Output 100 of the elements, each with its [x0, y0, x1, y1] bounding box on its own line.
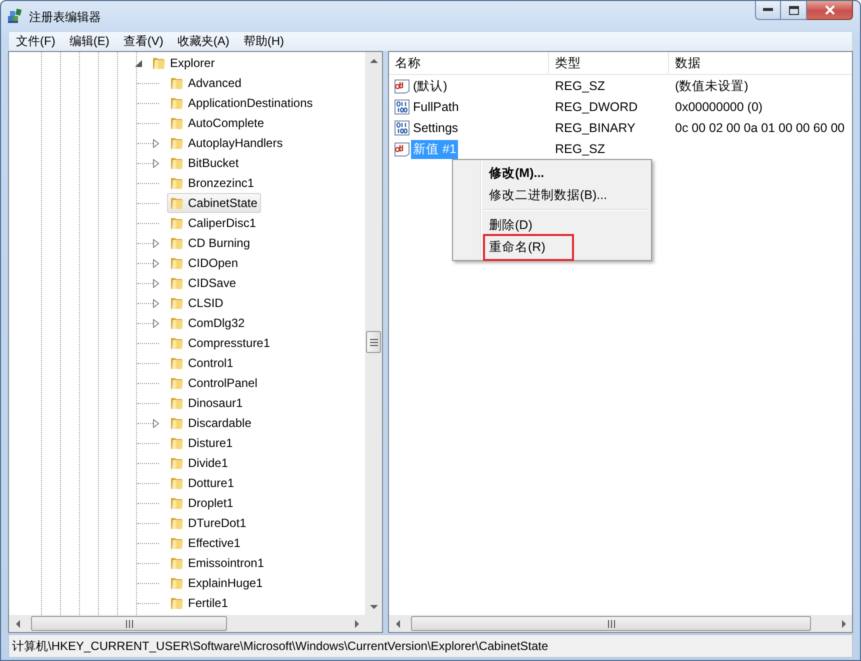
tree-item-label: AutoComplete: [188, 116, 264, 130]
tree-item-label: CLSID: [188, 296, 224, 310]
value-name[interactable]: FullPath: [411, 99, 461, 115]
tree-item-label: ApplicationDestinations: [188, 96, 313, 110]
folder-icon: [169, 375, 185, 391]
column-header[interactable]: 类型: [549, 52, 669, 74]
scrollbar[interactable]: [9, 615, 365, 632]
folder-icon: [169, 455, 185, 471]
down-arrow-icon: [370, 604, 378, 608]
tree-item-label: ExplainHuge1: [188, 576, 263, 590]
expand-arrow-icon[interactable]: [153, 318, 159, 328]
scrollbar-thumb[interactable]: [411, 616, 811, 631]
right-arrow-icon: [354, 620, 358, 628]
folder-icon: [169, 435, 185, 451]
column-header[interactable]: 名称: [389, 52, 549, 74]
right-arrow-icon: [842, 620, 846, 628]
value-type: REG_SZ: [555, 79, 606, 93]
grip-icon: [608, 620, 614, 628]
value-data: 0x00000000 (0): [675, 100, 763, 114]
tree-item-label: Bronzezinc1: [188, 176, 254, 190]
close-icon: [824, 5, 836, 15]
tree-item-label: ControlPanel: [188, 376, 258, 390]
tree-item-label: Dotture1: [188, 476, 234, 490]
tree-item-label: Disture1: [188, 436, 233, 450]
value-type: REG_BINARY: [555, 121, 636, 135]
value-type: REG_SZ: [555, 142, 606, 156]
tree-item-label: Compressture1: [188, 336, 270, 350]
status-path: 计算机\HKEY_CURRENT_USER\Software\Microsoft\Windows\CurrentVersion\Explorer\CabinetState: [12, 638, 548, 654]
value-type: REG_DWORD: [555, 100, 638, 114]
folder-icon: [169, 215, 185, 231]
folder-icon: [169, 595, 185, 611]
folder-icon: [169, 75, 185, 91]
tree-item-label: CD Burning: [188, 236, 250, 250]
menu-item[interactable]: 编辑(E): [62, 33, 116, 50]
tree-item-label: Control1: [188, 356, 234, 370]
tree-item-label: Dinosaur1: [188, 396, 243, 410]
expand-arrow-icon[interactable]: [153, 238, 159, 248]
binary-value-icon: [394, 120, 410, 136]
folder-icon: [169, 95, 185, 111]
menu-item[interactable]: 查看(V): [116, 33, 170, 50]
folder-icon: [169, 295, 185, 311]
tree-item-label: BitBucket: [188, 156, 239, 170]
context-menu-item[interactable]: 修改(M)...: [453, 162, 651, 184]
folder-icon: [151, 55, 167, 71]
scrollbar[interactable]: [389, 615, 852, 632]
tree-item-label: CIDSave: [188, 276, 236, 290]
expand-arrow-icon[interactable]: [153, 278, 159, 288]
expand-arrow-icon[interactable]: [153, 158, 159, 168]
tree-item-label: Divide1: [188, 456, 228, 470]
folder-icon: [169, 175, 185, 191]
folder-icon: [169, 135, 185, 151]
folder-icon: [169, 575, 185, 591]
expand-arrow-icon[interactable]: [153, 418, 159, 428]
folder-icon: [169, 235, 185, 251]
folder-icon: [169, 335, 185, 351]
expand-arrow-icon[interactable]: [153, 298, 159, 308]
value-name[interactable]: (默认): [411, 76, 450, 96]
folder-icon: [169, 195, 185, 211]
tree-item-label: Discardable: [188, 416, 252, 430]
value-data: (数值未设置): [675, 78, 748, 92]
folder-icon: [169, 555, 185, 571]
value-data: 0c 00 02 00 0a 01 00 00 60 00: [675, 121, 845, 135]
scrollbar[interactable]: [365, 52, 382, 615]
collapse-arrow-icon[interactable]: [135, 60, 142, 66]
tree-item-label: Emissointron1: [188, 556, 264, 570]
folder-icon: [169, 355, 185, 371]
context-menu-item[interactable]: 修改二进制数据(B)...: [453, 184, 651, 206]
folder-icon: [169, 415, 185, 431]
minimize-icon: [763, 8, 773, 12]
tree-item-label: DTureDot1: [188, 516, 246, 530]
folder-icon: [169, 515, 185, 531]
tree-item-label: AutoplayHandlers: [188, 136, 283, 150]
folder-icon: [169, 115, 185, 131]
value-name[interactable]: Settings: [411, 120, 460, 136]
scrollbar-thumb[interactable]: [31, 616, 227, 631]
grip-icon: [370, 338, 378, 346]
tree-item-label: Advanced: [188, 76, 242, 90]
folder-icon: [169, 255, 185, 271]
tree-item-label: Effective1: [188, 536, 240, 550]
context-menu-item[interactable]: 删除(D): [453, 214, 651, 236]
up-arrow-icon: [370, 58, 378, 62]
menu-item[interactable]: 文件(F): [9, 33, 62, 50]
app-icon: [7, 8, 23, 24]
string-value-icon: [394, 78, 410, 94]
tree-item-label: CaliperDisc1: [188, 216, 256, 230]
window-title: 注册表编辑器: [29, 9, 101, 26]
expand-arrow-icon[interactable]: [153, 138, 159, 148]
menu-item[interactable]: 帮助(H): [236, 33, 291, 50]
folder-icon: [169, 155, 185, 171]
folder-icon: [169, 275, 185, 291]
close-button[interactable]: [807, 1, 853, 20]
menu-item[interactable]: 收藏夹(A): [170, 33, 236, 50]
tree-item-label: Droplet1: [188, 496, 234, 510]
column-header[interactable]: 数据: [669, 52, 852, 74]
maximize-button[interactable]: [781, 1, 807, 20]
folder-icon: [169, 535, 185, 551]
minimize-button[interactable]: [755, 1, 781, 20]
expand-arrow-icon[interactable]: [153, 258, 159, 268]
tree-item[interactable]: CabinetState: [167, 193, 262, 213]
scrollbar-thumb[interactable]: [366, 331, 381, 353]
